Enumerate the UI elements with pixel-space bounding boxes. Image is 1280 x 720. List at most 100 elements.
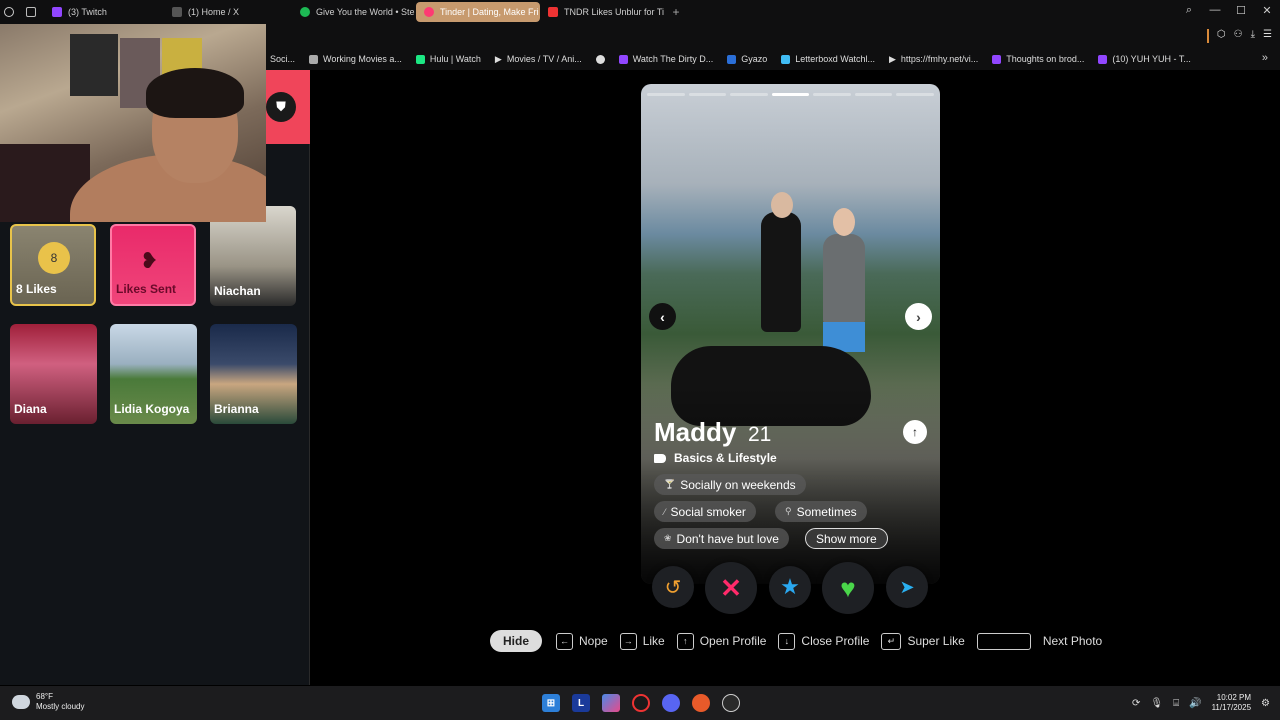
tab-tinder[interactable]: Tinder | Dating, Make Fri — [416, 2, 540, 22]
minimize-icon[interactable]: — — [1208, 4, 1222, 17]
copilot-icon[interactable] — [602, 694, 620, 712]
match-name: Niachan — [214, 284, 261, 298]
photo-progress-segment — [771, 93, 810, 96]
bookmark-item[interactable] — [595, 54, 605, 64]
match-tile[interactable]: Brianna — [210, 324, 297, 424]
chip-label: Don't have but love — [676, 531, 779, 546]
dumbbell-icon: ⚲ — [785, 506, 792, 516]
system-tray: ⟳ 🎙 ⌸ 🔊 10:02 PM 11/17/2025 ⚙ — [1132, 693, 1270, 713]
person-head — [833, 208, 855, 236]
windows-start-icon[interactable]: ⊞ — [542, 694, 560, 712]
close-icon: ✕ — [720, 572, 742, 603]
hide-shortcuts-button[interactable]: Hide — [490, 630, 543, 652]
shortcut-like: → Like — [619, 632, 665, 650]
photo-progress-segment — [854, 93, 893, 96]
account-icon[interactable]: ⚇ — [1234, 29, 1243, 43]
clock[interactable]: 10:02 PM 11/17/2025 — [1212, 693, 1251, 713]
tab-twitch[interactable]: (3) Twitch — [44, 2, 164, 22]
network-icon[interactable]: ⌸ — [1173, 698, 1179, 709]
arrow-up-key-icon: ↑ — [676, 632, 694, 650]
match-tile[interactable]: Lidia Kogoya — [110, 324, 197, 424]
play-icon: ▶ — [888, 53, 896, 64]
app-l-icon[interactable]: L — [572, 694, 590, 712]
shortcut-label: Next Photo — [1042, 634, 1103, 648]
opera-menu-icon[interactable] — [0, 2, 22, 22]
person-figure — [761, 192, 801, 332]
bookmark-item[interactable]: Letterboxd Watchl... — [781, 54, 875, 64]
next-photo-button[interactable]: › — [905, 303, 932, 330]
weather-widget[interactable]: 68°F Mostly cloudy — [12, 692, 84, 712]
app-gear-icon[interactable] — [722, 694, 740, 712]
bookmark-item[interactable]: Working Movies a... — [309, 54, 402, 64]
heart-icon: ♥ — [840, 572, 856, 603]
paw-icon: ❀ — [664, 533, 672, 543]
likes-sent-tile[interactable]: ❥ Likes Sent — [110, 224, 196, 306]
tab-x[interactable]: (1) Home / X — [164, 2, 292, 22]
rewind-button[interactable]: ↺ — [652, 566, 694, 608]
lifestyle-chip: 🍸 Socially on weekends — [654, 474, 806, 495]
window-controls: ⌕ — ☐ ✕ — [1182, 4, 1274, 17]
opera-gx-icon[interactable] — [632, 694, 650, 712]
bookmark-item[interactable]: ▶ https://fmhy.net/vi... — [889, 54, 978, 65]
notifications-icon[interactable]: ⚙ — [1261, 698, 1270, 709]
close-icon[interactable]: ✕ — [1260, 4, 1274, 17]
tab-tndr-unblur[interactable]: TNDR Likes Unblur for Tin — [540, 2, 664, 22]
arrow-down-key-icon: ↓ — [778, 632, 796, 650]
tag-icon — [654, 453, 666, 463]
bookmark-item[interactable]: Watch The Dirty D... — [618, 54, 713, 64]
sync-icon[interactable]: ⟳ — [1132, 698, 1140, 709]
person-head — [771, 192, 793, 218]
discord-icon[interactable] — [662, 694, 680, 712]
nope-button[interactable]: ✕ — [705, 562, 757, 614]
bookmarks-overflow-icon[interactable]: » — [1262, 52, 1268, 64]
extensions-icon[interactable]: ⬡ — [1217, 29, 1226, 43]
workspaces-icon[interactable] — [22, 2, 44, 22]
shortcut-label: Close Profile — [801, 634, 870, 648]
new-tab-button[interactable]: + — [668, 4, 684, 20]
match-name: Brianna — [214, 402, 259, 416]
match-name: Lidia Kogoya — [114, 402, 190, 416]
previous-photo-button[interactable]: ‹ — [649, 303, 676, 330]
clock-date: 11/17/2025 — [1211, 703, 1252, 712]
person-hair — [146, 68, 244, 118]
send-button[interactable]: ➤ — [886, 566, 928, 608]
lifestyle-chip: ⚲ Sometimes — [775, 501, 867, 522]
bookmark-item[interactable]: Hulu | Watch — [415, 54, 481, 64]
weather-condition: Mostly cloudy — [36, 702, 85, 711]
shortcut-label: Nope — [579, 634, 608, 648]
rewind-icon: ↺ — [664, 576, 682, 599]
divider — [1206, 29, 1209, 43]
like-button[interactable]: ♥ — [822, 562, 874, 614]
tab-spotify[interactable]: Give You the World • Ste — [292, 2, 416, 22]
paper-plane-icon: ➤ — [899, 576, 915, 597]
app-orange-icon[interactable] — [692, 694, 710, 712]
easy-setup-icon[interactable]: ☰ — [1263, 29, 1272, 43]
tab-bar: (3) Twitch (1) Home / X Give You the Wor… — [0, 0, 1280, 24]
open-profile-button[interactable]: ↑ — [903, 420, 927, 444]
safety-shield-icon[interactable]: ⛊ — [266, 92, 296, 122]
twitch-icon — [618, 54, 628, 64]
match-tile[interactable]: Diana — [10, 324, 97, 424]
shortcut-close-profile: ↓ Close Profile — [778, 632, 870, 650]
microphone-icon[interactable]: 🎙 — [1150, 698, 1163, 709]
lifestyle-chip: ❀ Don't have but love — [654, 528, 789, 549]
bookmark-icon — [309, 54, 319, 64]
bookmark-item[interactable]: (10) YUH YUH - T... — [1098, 54, 1191, 64]
glass-icon: 🍸 — [664, 479, 676, 489]
download-icon[interactable]: ⤓ — [1251, 29, 1255, 43]
spotify-icon — [300, 7, 310, 17]
search-tabs-icon[interactable]: ⌕ — [1182, 4, 1196, 17]
likes-you-tile[interactable]: 8 8 Likes — [10, 224, 96, 306]
super-like-button[interactable]: ★ — [769, 566, 811, 608]
volume-icon[interactable]: 🔊 — [1189, 698, 1201, 709]
bookmark-item[interactable]: Soci... — [270, 54, 295, 64]
show-more-button[interactable]: Show more — [805, 528, 888, 549]
x-logo-icon — [172, 7, 182, 17]
bookmark-item[interactable]: Gyazo — [727, 54, 767, 64]
bookmark-item[interactable]: ▶ Movies / TV / Ani... — [495, 54, 582, 65]
photo-progress-segment — [730, 93, 768, 96]
match-name: Diana — [14, 402, 47, 416]
bookmark-item[interactable]: Thoughts on brod... — [992, 54, 1084, 64]
maximize-icon[interactable]: ☐ — [1234, 4, 1248, 17]
gyazo-icon — [727, 54, 737, 64]
